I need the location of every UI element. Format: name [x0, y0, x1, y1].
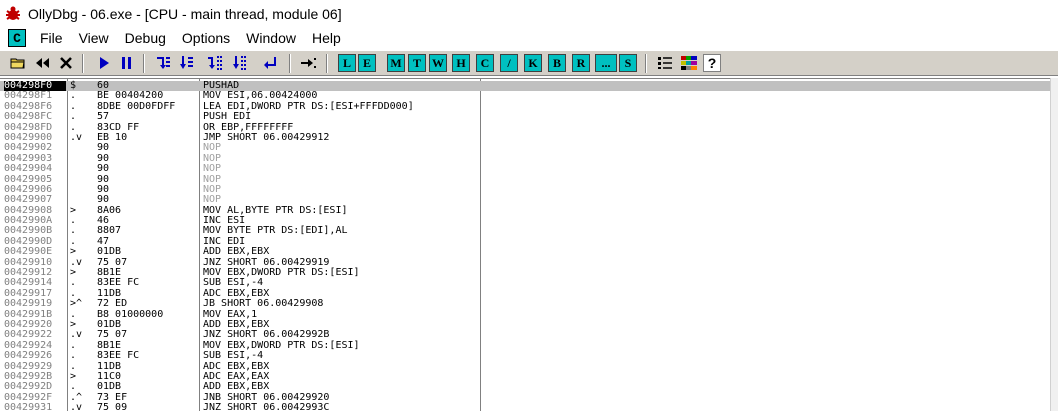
marker-cell: .v: [70, 402, 83, 411]
memory-map-button[interactable]: M: [387, 54, 405, 72]
disassembly-row[interactable]: 00429900 .v EB 10 JMP SHORT 06.00429912: [0, 131, 1050, 143]
patches-button[interactable]: /: [500, 54, 518, 72]
step-into-icon[interactable]: [155, 54, 173, 72]
trace-over-icon[interactable]: [231, 54, 249, 72]
disassembly-cell: NOP: [203, 183, 222, 195]
windows-button[interactable]: W: [429, 54, 447, 72]
cpu-window-icon[interactable]: C: [8, 29, 26, 47]
disassembly-row[interactable]: 0042992B >11C0 ADC EAX,EAX: [0, 371, 1050, 382]
disassembly-cell: NOP: [203, 163, 222, 175]
restart-icon[interactable]: [33, 54, 51, 72]
disassembly-row[interactable]: 00429914. 83EE FC SUB ESI,-4: [0, 278, 1050, 289]
disassembly-row[interactable]: 004298FC. 57 PUSH EDI: [0, 111, 1050, 122]
disassembly-row[interactable]: 00429929. 11DB ADC EBX,EBX: [0, 361, 1050, 372]
disassembly-rows: 004298F0 $60 PUSHAD 004298F1. BE 00404200 MOV…: [0, 80, 1050, 411]
title-bar: OllyDbg - 06.exe - [CPU - main thread, m…: [0, 0, 1058, 27]
hex-dump-cell: 90: [97, 163, 110, 175]
colors-icon[interactable]: [680, 54, 698, 72]
menu-file[interactable]: File: [32, 30, 71, 46]
disassembly-row[interactable]: 00429904 90 NOP: [0, 163, 1050, 175]
disassembly-row[interactable]: 0042992D. 01DB ADD EBX,EBX: [0, 381, 1050, 392]
hex-dump-cell: 90: [97, 142, 110, 154]
disassembly-cell: JNZ SHORT 06.0042993C: [203, 402, 330, 411]
hex-dump-cell: 75 09: [97, 402, 128, 411]
open-icon[interactable]: [9, 54, 27, 72]
trace-into-icon[interactable]: [207, 54, 225, 72]
disassembly-row[interactable]: 00429907 90 NOP: [0, 194, 1050, 205]
menu-help[interactable]: Help: [304, 30, 349, 46]
appearance-icon[interactable]: [656, 54, 674, 72]
disassembly-row[interactable]: 00429903 90 NOP: [0, 152, 1050, 164]
disassembly-row[interactable]: 00429931 .v 75 09 JNZ SHORT 06.0042993C: [0, 402, 1050, 411]
disassembly-row[interactable]: 00429908 >8A06 MOV AL,BYTE PTR DS:[ESI]: [0, 204, 1050, 216]
disassembly-row[interactable]: 0042992F .^ 73 EF JNB SHORT 06.00429920: [0, 392, 1050, 403]
hex-dump-cell: 8A06: [97, 204, 122, 216]
menu-options[interactable]: Options: [174, 30, 238, 46]
cpu-button[interactable]: C: [476, 54, 494, 72]
disassembly-row[interactable]: 0042990A. 46 INC ESI: [0, 215, 1050, 226]
disassembly-row[interactable]: 004298F6. 8DBE 00D0FDFF LEA EDI,DWORD PTR …: [0, 100, 1050, 112]
breakpoints-button[interactable]: B: [548, 54, 566, 72]
handles-button[interactable]: H: [452, 54, 470, 72]
hex-dump-cell: 8DBE 00D0FDFF: [97, 100, 176, 112]
help-icon[interactable]: ?: [703, 54, 721, 72]
pause-icon[interactable]: [118, 54, 136, 72]
hex-dump-cell: EB 10: [97, 131, 128, 143]
disassembly-row[interactable]: 00429906 90 NOP: [0, 183, 1050, 195]
marker-cell: .v: [70, 131, 83, 143]
hex-dump-cell: 90: [97, 152, 110, 164]
hex-dump-cell: 90: [97, 183, 110, 195]
disassembly-row[interactable]: 00429905 90 NOP: [0, 173, 1050, 185]
hex-dump-cell: 83EE FC: [97, 350, 140, 362]
window-title: OllyDbg - 06.exe - [CPU - main thread, m…: [28, 5, 342, 22]
disassembly-row[interactable]: 00429912 >8B1E MOV EBX,DWORD PTR DS:[ESI]: [0, 267, 1050, 278]
address-cell: 00429931: [4, 402, 53, 411]
disassembly-row[interactable]: 004298FD. 83CD FF OR EBP,FFFFFFFF: [0, 122, 1050, 133]
marker-cell: .: [70, 350, 77, 362]
menu-window[interactable]: Window: [238, 30, 304, 46]
disassembly-row[interactable]: 0042990B. 8807 MOV BYTE PTR DS:[EDI],AL: [0, 225, 1050, 237]
disassembly-cell: SUB ESI,-4: [203, 350, 264, 362]
run-icon[interactable]: [95, 54, 113, 72]
disassembly-row[interactable]: 0042990D. 47 INC EDI: [0, 236, 1050, 247]
executable-modules-button[interactable]: E: [358, 54, 376, 72]
disassembly-row[interactable]: 00429922 .v 75 07 JNZ SHORT 06.0042992B: [0, 329, 1050, 340]
disassembly-row[interactable]: 0042991B. B8 01000000 MOV EAX,1: [0, 309, 1050, 320]
menu-debug[interactable]: Debug: [117, 30, 174, 46]
disassembly-cell: NOP: [203, 173, 222, 185]
disassembly-row[interactable]: 00429902 90 NOP: [0, 142, 1050, 154]
disassembly-row[interactable]: 00429926. 83EE FC SUB ESI,-4: [0, 350, 1050, 362]
call-stack-button[interactable]: K: [524, 54, 542, 72]
address-cell: 00429926: [4, 350, 53, 362]
references-button[interactable]: R: [572, 54, 590, 72]
step-over-icon[interactable]: [178, 54, 196, 72]
disassembly-row[interactable]: 00429910 .v 75 07 JNZ SHORT 06.00429919: [0, 257, 1050, 268]
menu-view[interactable]: View: [71, 30, 117, 46]
hex-dump-cell: 8807: [97, 225, 122, 237]
ollydbg-bug-icon: [6, 6, 20, 20]
close-icon[interactable]: [57, 54, 75, 72]
disassembly-cell: JMP SHORT 06.00429912: [203, 131, 330, 143]
goto-icon[interactable]: [300, 54, 318, 72]
menu-bar: C File View Debug Options Window Help: [0, 27, 1058, 49]
source-button[interactable]: S: [619, 54, 637, 72]
disassembly-cell: NOP: [203, 142, 222, 154]
disassembly-pane[interactable]: 004298F0 $60 PUSHAD 004298F1. BE 00404200 MOV…: [0, 78, 1050, 411]
disassembly-cell: NOP: [203, 152, 222, 164]
log-window-button[interactable]: L: [338, 54, 356, 72]
execute-till-return-icon[interactable]: [262, 54, 280, 72]
hex-dump-cell: 90: [97, 173, 110, 185]
disassembly-row[interactable]: 00429917. 11DB ADC EBX,EBX: [0, 288, 1050, 299]
address-cell: 00429904: [4, 163, 53, 175]
disassembly-row[interactable]: 0042990E >01DB ADD EBX,EBX: [0, 246, 1050, 257]
threads-button[interactable]: T: [408, 54, 426, 72]
disassembly-row[interactable]: 00429920 >01DB ADD EBX,EBX: [0, 319, 1050, 330]
disassembly-row[interactable]: 00429924. 8B1E MOV EBX,DWORD PTR DS:[ESI]: [0, 340, 1050, 351]
toolbar: L E M T W H C / K B R ... S ?: [0, 50, 1058, 76]
vertical-scrollbar[interactable]: [1050, 78, 1058, 411]
run-trace-button[interactable]: ...: [595, 54, 617, 72]
